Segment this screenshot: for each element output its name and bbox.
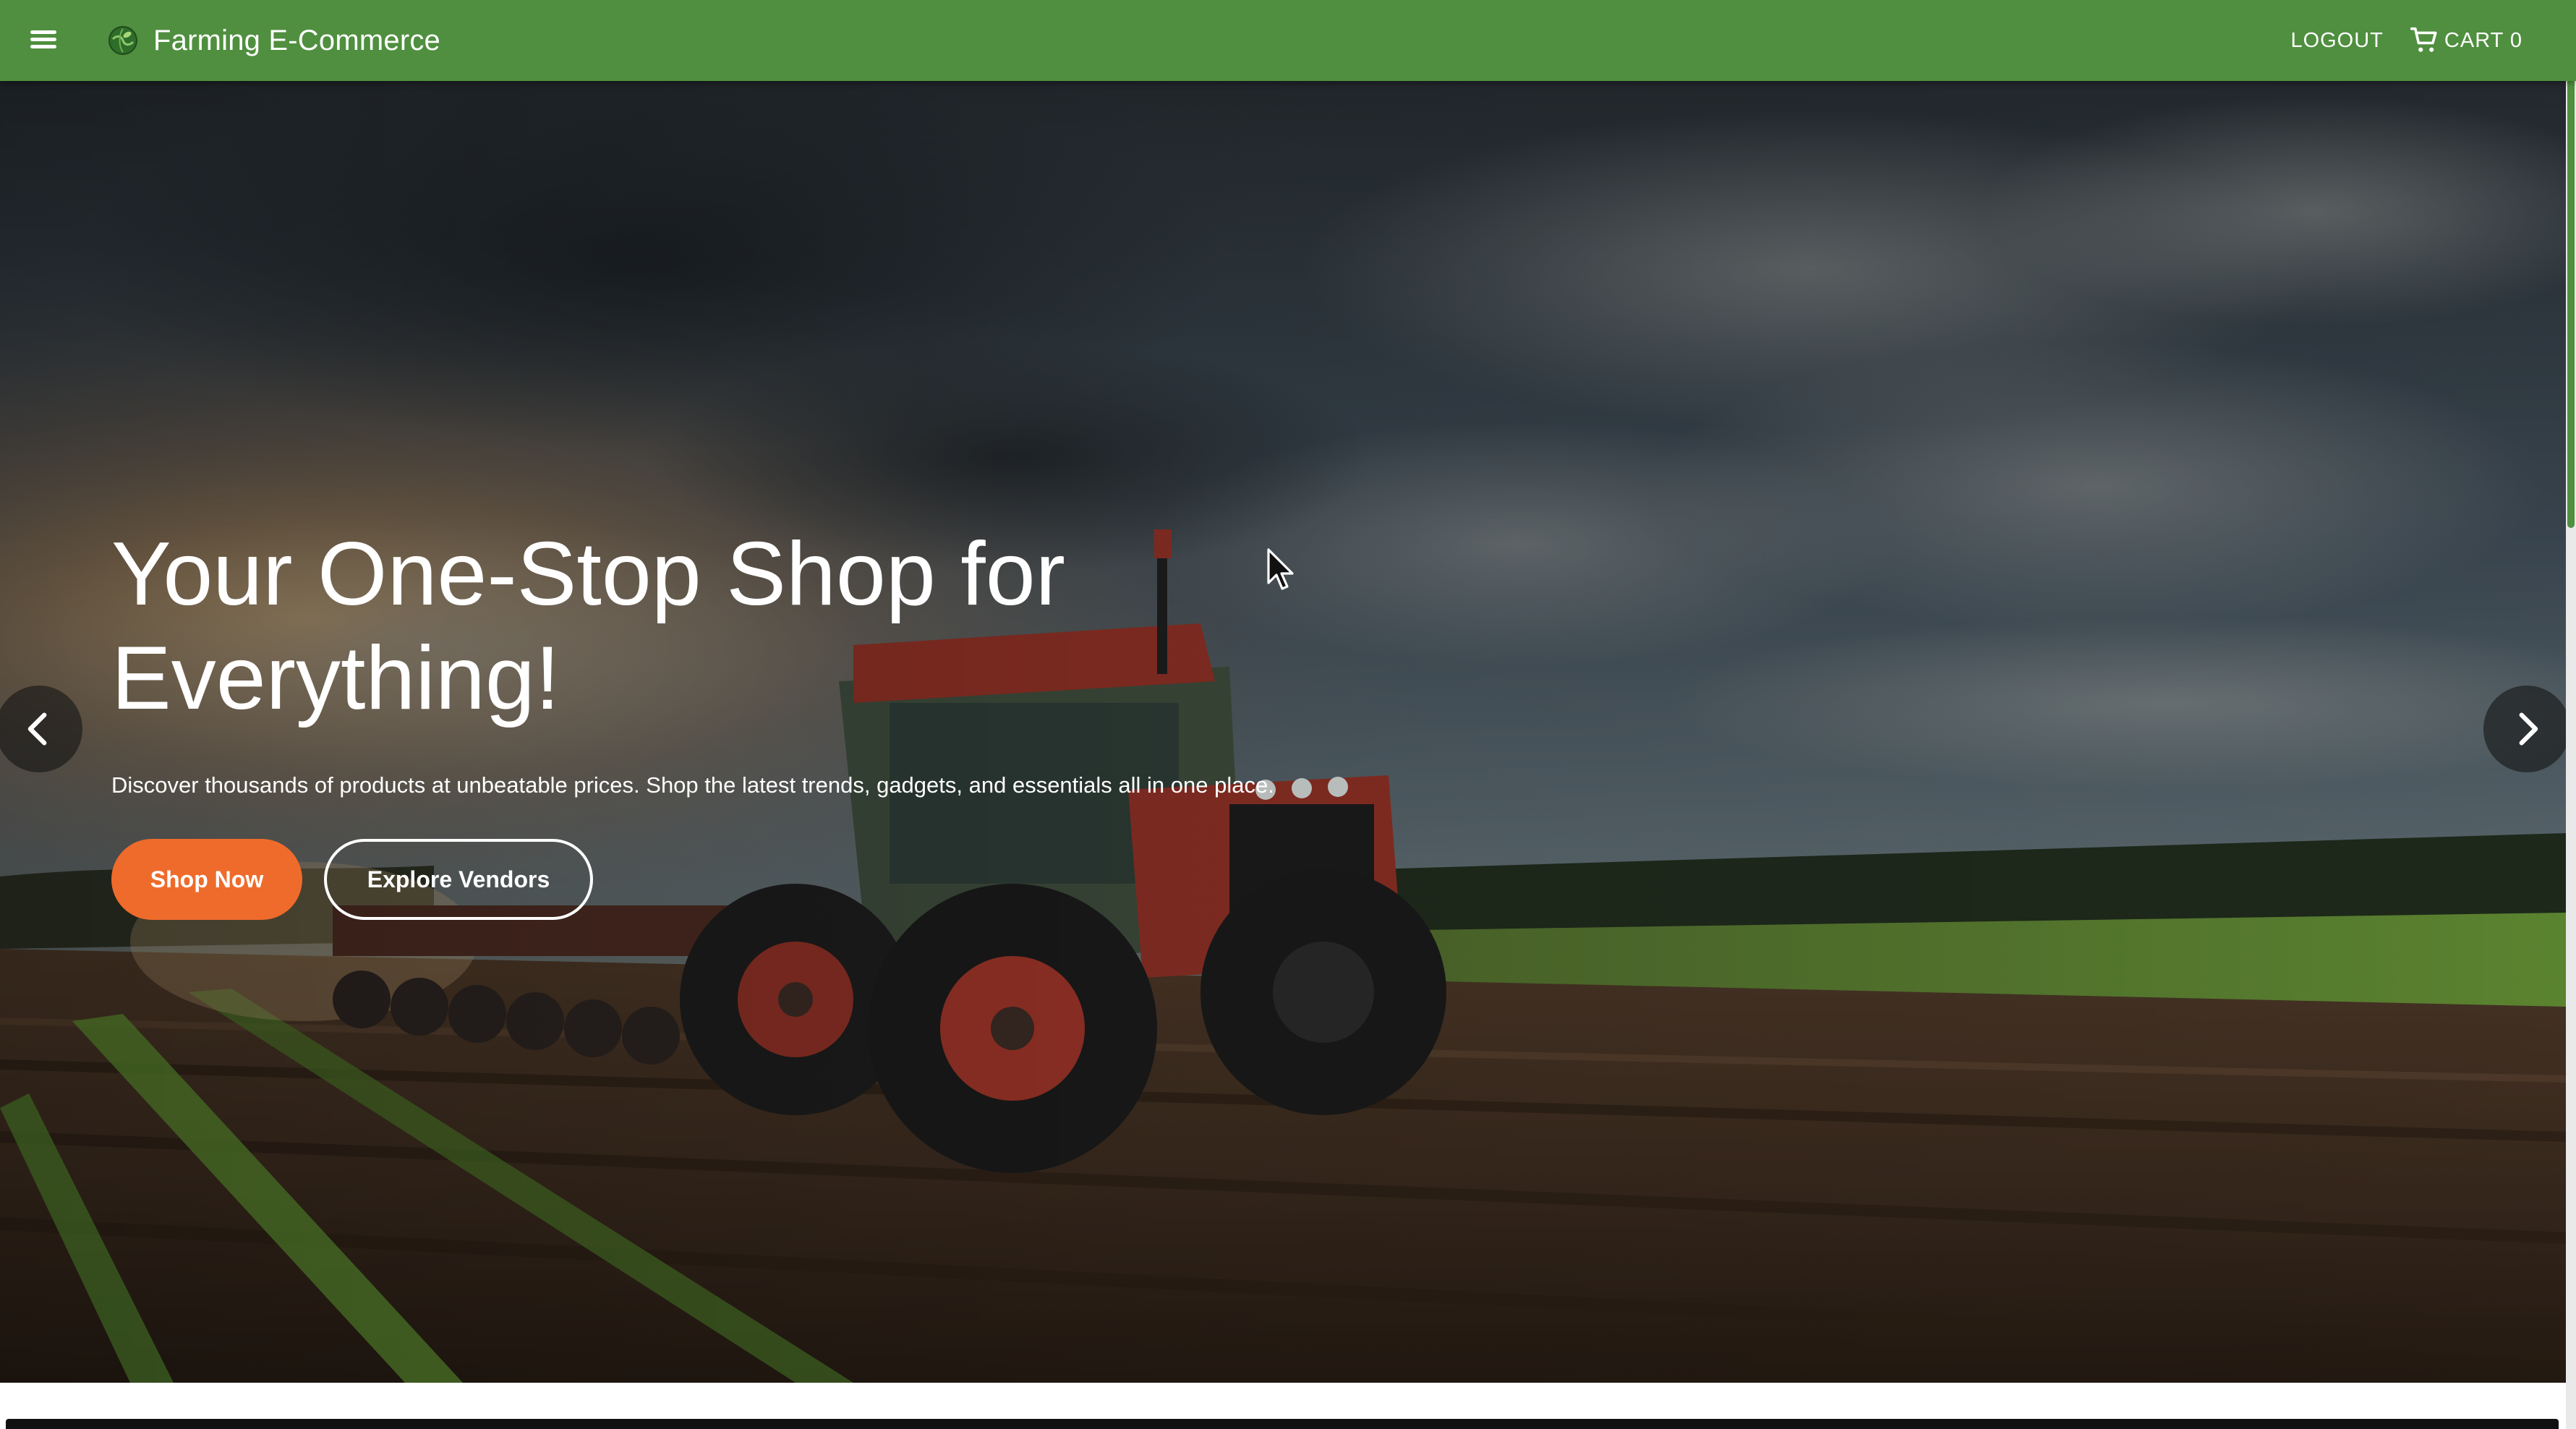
- page: Farming E-Commerce LOGOUT CART 0 Your On…: [0, 0, 2576, 1429]
- hero-subtitle: Discover thousands of products at unbeat…: [111, 772, 1274, 798]
- next-section-edge: [0, 1383, 2566, 1429]
- explore-vendors-button[interactable]: Explore Vendors: [324, 839, 593, 920]
- globe-leaf-logo: [108, 26, 137, 55]
- logout-button[interactable]: LOGOUT: [2290, 29, 2383, 53]
- brand[interactable]: Farming E-Commerce: [107, 19, 440, 62]
- hero-title: Your One-Stop Shop for Everything!: [111, 524, 1065, 728]
- top-app-bar: Farming E-Commerce LOGOUT CART 0: [0, 0, 2576, 81]
- hero-carousel: Your One-Stop Shop for Everything! Disco…: [0, 81, 2566, 1383]
- cart-button[interactable]: CART 0: [2408, 24, 2522, 57]
- chevron-left-icon: [27, 712, 47, 746]
- hero-content: Your One-Stop Shop for Everything! Disco…: [111, 522, 1384, 920]
- hero-actions: Shop Now Explore Vendors: [111, 839, 1384, 920]
- next-section-bar: [6, 1419, 2559, 1429]
- chevron-right-icon: [2519, 712, 2538, 746]
- mouse-cursor-icon: [1267, 548, 1294, 590]
- page-scrollbar[interactable]: [2566, 0, 2576, 1429]
- nav-right: LOGOUT CART 0: [2290, 17, 2522, 64]
- shop-now-button[interactable]: Shop Now: [111, 839, 302, 920]
- menu-icon[interactable]: [26, 22, 62, 58]
- carousel-next-button[interactable]: [2483, 686, 2566, 772]
- cart-icon: [2410, 27, 2437, 52]
- app-title: Farming E-Commerce: [153, 24, 440, 56]
- cart-label: CART 0: [2444, 28, 2522, 52]
